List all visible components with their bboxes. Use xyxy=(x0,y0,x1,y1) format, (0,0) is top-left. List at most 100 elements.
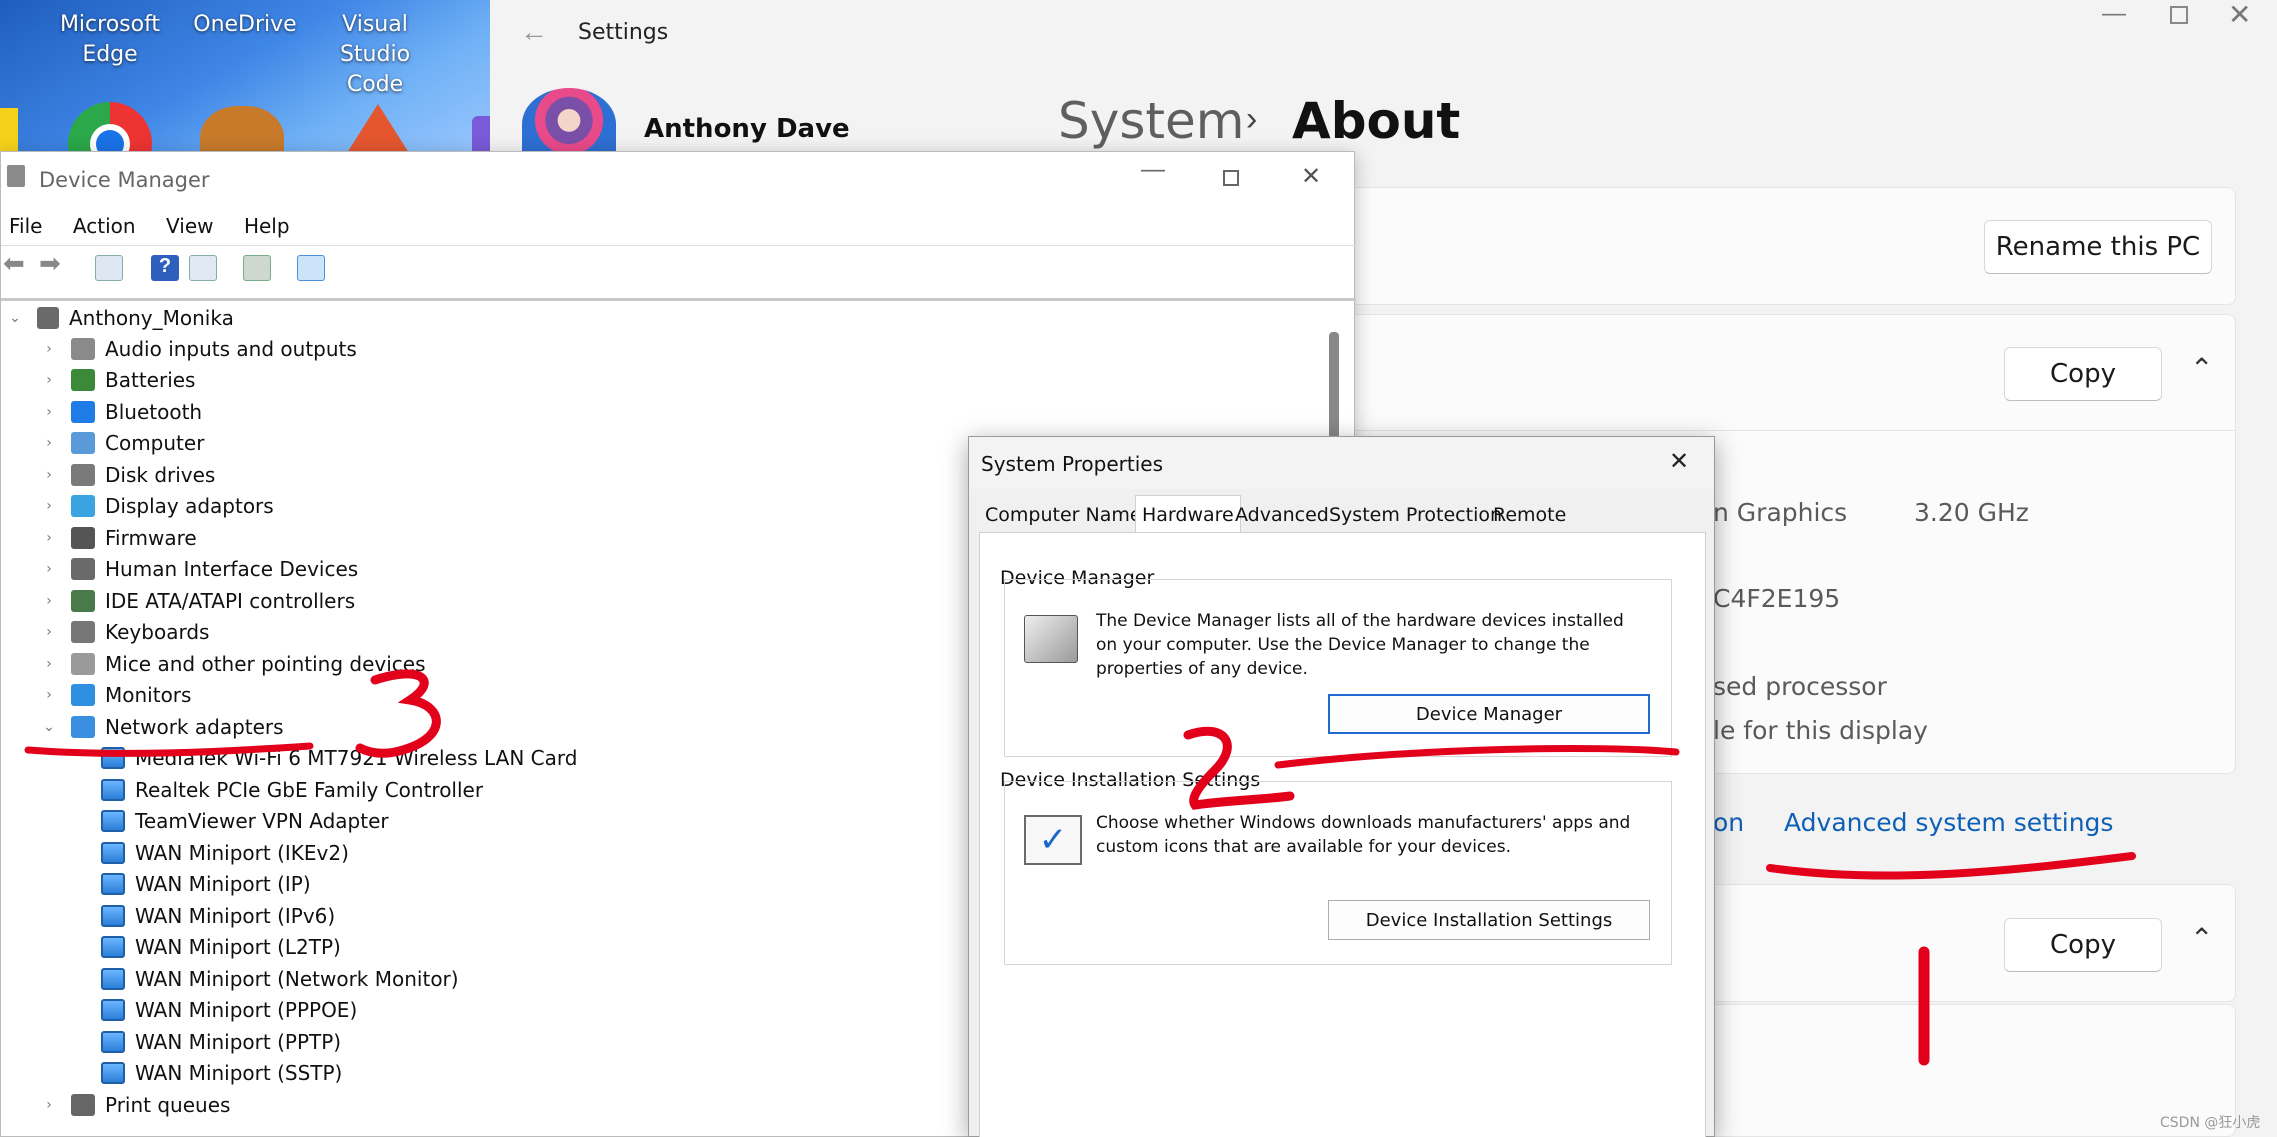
tree-root[interactable]: ⌄ Anthony_Monika xyxy=(7,302,234,333)
tree-device-label: TeamViewer VPN Adapter xyxy=(135,809,389,833)
tree-category[interactable]: › Mice and other pointing devices xyxy=(41,648,425,679)
close-button[interactable]: ✕ xyxy=(2228,0,2251,31)
chevron-right-icon[interactable]: › xyxy=(41,687,57,703)
chevron-right-icon[interactable]: › xyxy=(41,530,57,546)
chevron-right-icon[interactable]: › xyxy=(41,467,57,483)
tree-category-label: Display adaptors xyxy=(105,494,274,518)
tree-device[interactable]: WAN Miniport (SSTP) xyxy=(101,1058,342,1089)
tree-category[interactable]: › Print queues xyxy=(41,1089,230,1120)
device-category-icon xyxy=(71,495,95,517)
chevron-right-icon[interactable]: › xyxy=(41,656,57,672)
chevron-right-icon[interactable]: › xyxy=(41,593,57,609)
tree-category[interactable]: › Firmware xyxy=(41,522,197,553)
breadcrumb-parent[interactable]: System xyxy=(1058,92,1244,150)
chevron-down-icon[interactable]: ⌄ xyxy=(41,719,57,735)
desktop-icon-edge[interactable]: Microsoft Edge xyxy=(50,10,170,70)
menu-action[interactable]: Action xyxy=(73,214,136,238)
network-adapter-icon xyxy=(101,999,125,1021)
tree-device[interactable]: WAN Miniport (PPPOE) xyxy=(101,995,357,1026)
properties-toolbar-icon[interactable] xyxy=(95,255,123,281)
user-name: Anthony Dave xyxy=(644,114,850,144)
tree-category[interactable]: › Computer xyxy=(41,428,204,459)
device-manager-button[interactable]: Device Manager xyxy=(1328,694,1650,734)
menu-help[interactable]: Help xyxy=(244,214,290,238)
chevron-up-icon[interactable]: ⌃ xyxy=(2190,352,2213,385)
back-arrow-icon[interactable]: ⬅ xyxy=(3,248,31,278)
tab-hardware[interactable]: Hardware xyxy=(1135,495,1241,533)
watermark: CSDN @狂小虎 xyxy=(2160,1115,2261,1131)
system-properties-dialog: System Properties ✕ Computer Name Hardwa… xyxy=(968,436,1715,1137)
advanced-system-settings-link[interactable]: Advanced system settings xyxy=(1784,808,2113,837)
tree-category[interactable]: › Keyboards xyxy=(41,617,209,648)
menu-view[interactable]: View xyxy=(166,214,213,238)
chevron-right-icon[interactable]: › xyxy=(41,404,57,420)
system-type: sed processor xyxy=(1713,672,1887,701)
tab-remote[interactable]: Remote xyxy=(1487,499,1572,531)
tree-category[interactable]: › Bluetooth xyxy=(41,396,202,427)
device-manager-icon xyxy=(1024,615,1078,663)
tab-advanced[interactable]: Advanced xyxy=(1229,499,1335,531)
tree-device[interactable]: WAN Miniport (L2TP) xyxy=(101,932,341,963)
chevron-down-icon[interactable]: ⌄ xyxy=(7,310,23,326)
network-adapter-icon xyxy=(101,747,125,769)
desktop-icon-onedrive[interactable]: OneDrive xyxy=(190,10,300,40)
copy-specs-button[interactable]: Copy xyxy=(2004,347,2162,401)
tree-category-label: Batteries xyxy=(105,368,196,392)
network-adapter-icon xyxy=(101,1062,125,1084)
tree-category[interactable]: ⌄ Network adapters xyxy=(41,711,283,742)
tree-device[interactable]: WAN Miniport (IKEv2) xyxy=(101,837,349,868)
device-id: C4F2E195 xyxy=(1713,584,1841,613)
view-toolbar-icon[interactable] xyxy=(189,255,217,281)
tree-category-label: Audio inputs and outputs xyxy=(105,336,357,361)
copy-windows-specs-button[interactable]: Copy xyxy=(2004,918,2162,972)
device-category-icon xyxy=(71,621,95,643)
avatar[interactable] xyxy=(522,88,616,160)
tree-category[interactable]: › Disk drives xyxy=(41,459,215,490)
tree-category[interactable]: › Batteries xyxy=(41,365,195,396)
related-link-partial[interactable]: on xyxy=(1713,808,1744,837)
minimize-button[interactable]: — xyxy=(2102,0,2126,28)
device-installation-settings-button[interactable]: Device Installation Settings xyxy=(1328,900,1650,940)
chevron-right-icon[interactable]: › xyxy=(41,624,57,640)
desktop-icon-label: Visual Studio Code xyxy=(339,12,411,97)
tab-computer-name[interactable]: Computer Name xyxy=(979,499,1148,531)
tree-device[interactable]: WAN Miniport (IP) xyxy=(101,869,311,900)
tree-device[interactable]: MediaTek Wi-Fi 6 MT7921 Wireless LAN Car… xyxy=(101,743,577,774)
update-driver-icon[interactable] xyxy=(243,255,271,281)
rename-pc-button[interactable]: Rename this PC xyxy=(1984,220,2212,274)
chevron-right-icon[interactable]: › xyxy=(41,435,57,451)
chevron-right-icon[interactable]: › xyxy=(41,561,57,577)
tree-device[interactable]: WAN Miniport (PPTP) xyxy=(101,1026,341,1057)
tree-device[interactable]: Realtek PCIe GbE Family Controller xyxy=(101,774,483,805)
device-category-icon xyxy=(71,337,95,360)
tree-category[interactable]: › Display adaptors xyxy=(41,491,274,522)
tree-category[interactable]: › IDE ATA/ATAPI controllers xyxy=(41,585,355,616)
forward-arrow-icon[interactable]: ➡ xyxy=(39,248,67,278)
chevron-right-icon[interactable]: › xyxy=(41,341,57,357)
chevron-right-icon[interactable]: › xyxy=(41,1097,57,1113)
tree-category-label: Firmware xyxy=(105,525,197,550)
help-icon[interactable]: ? xyxy=(151,255,179,281)
close-button[interactable]: ✕ xyxy=(1669,447,1689,475)
chevron-right-icon[interactable]: › xyxy=(41,498,57,514)
desktop-icon-vscode[interactable]: Visual Studio Code xyxy=(310,10,440,100)
tree-device[interactable]: TeamViewer VPN Adapter xyxy=(101,806,389,837)
chevron-right-icon[interactable]: › xyxy=(41,372,57,388)
back-arrow-icon[interactable]: ← xyxy=(520,16,548,48)
tree-category[interactable]: › Human Interface Devices xyxy=(41,554,358,585)
menu-bar: File Action View Help xyxy=(9,214,316,238)
tab-system-protection[interactable]: System Protection xyxy=(1323,499,1508,531)
tree-category[interactable]: › Monitors xyxy=(41,680,191,711)
menu-file[interactable]: File xyxy=(9,214,42,238)
maximize-button[interactable] xyxy=(2170,6,2188,24)
minimize-button[interactable]: — xyxy=(1141,156,1165,184)
dialog-title: System Properties xyxy=(981,452,1164,476)
chevron-up-icon[interactable]: ⌃ xyxy=(2190,922,2213,955)
maximize-button[interactable] xyxy=(1223,170,1239,186)
tree-device[interactable]: WAN Miniport (Network Monitor) xyxy=(101,963,459,994)
close-button[interactable]: ✕ xyxy=(1301,162,1321,191)
scan-hardware-icon[interactable] xyxy=(297,255,325,281)
tree-category[interactable]: › Audio inputs and outputs xyxy=(41,333,357,364)
tree-device-label: WAN Miniport (L2TP) xyxy=(135,935,341,959)
tree-device[interactable]: WAN Miniport (IPv6) xyxy=(101,900,335,931)
